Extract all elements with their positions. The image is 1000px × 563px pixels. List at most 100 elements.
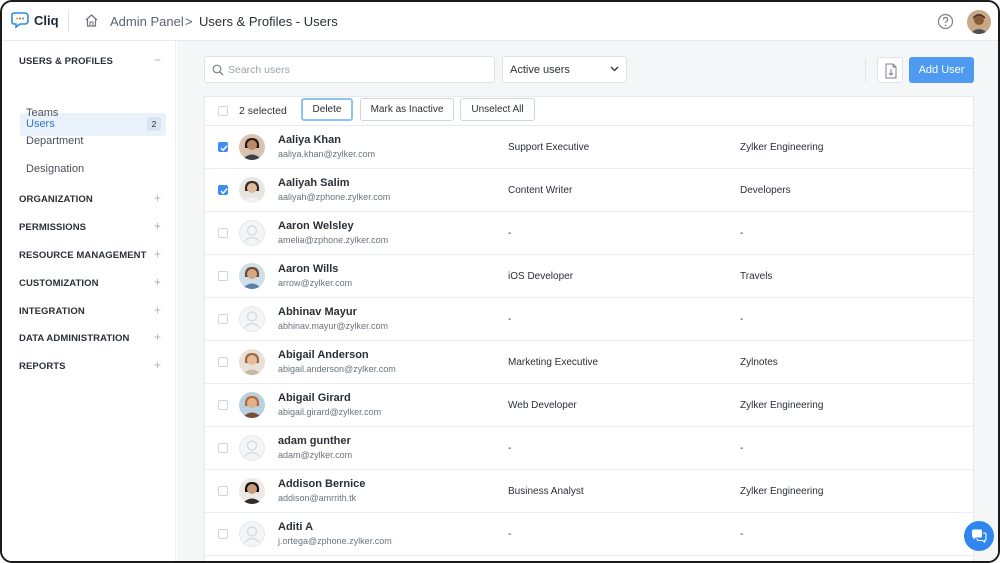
avatar bbox=[239, 263, 265, 289]
table-row[interactable]: adam gunther adam@zylker.com - - bbox=[205, 427, 973, 470]
expand-icon[interactable]: + bbox=[154, 191, 161, 205]
sidebar-section-resource-management[interactable]: RESOURCE MANAGEMENT bbox=[19, 250, 147, 261]
sidebar-section-integration[interactable]: INTEGRATION bbox=[19, 306, 85, 317]
avatar bbox=[239, 521, 265, 547]
cliq-logo[interactable]: Cliq bbox=[11, 10, 59, 30]
selected-count: 2 selected bbox=[239, 105, 287, 117]
mark-inactive-button[interactable]: Mark as Inactive bbox=[360, 98, 454, 121]
user-department: Zylker Engineering bbox=[740, 142, 824, 153]
table-row[interactable]: Aditi A j.ortega@zphone.zylker.com - - bbox=[205, 513, 973, 556]
selection-toolbar: 2 selected Delete Mark as Inactive Unsel… bbox=[205, 97, 973, 126]
sidebar-section-users-profiles[interactable]: USERS & PROFILES bbox=[19, 56, 113, 67]
sidebar-section-customization[interactable]: CUSTOMIZATION bbox=[19, 278, 99, 289]
breadcrumb-separator: > bbox=[185, 14, 193, 29]
delete-button[interactable]: Delete bbox=[301, 98, 353, 121]
user-email: amelia@zphone.zylker.com bbox=[278, 235, 389, 245]
user-designation: Content Writer bbox=[508, 185, 573, 196]
expand-icon[interactable]: + bbox=[154, 219, 161, 233]
home-icon[interactable] bbox=[84, 13, 99, 28]
cliq-logo-icon bbox=[11, 12, 29, 29]
user-designation: - bbox=[508, 529, 512, 540]
search-icon bbox=[212, 64, 224, 76]
expand-icon[interactable]: + bbox=[154, 303, 161, 317]
table-row[interactable]: Abhinav Mayur abhinav.mayur@zylker.com - - bbox=[205, 298, 973, 341]
user-name[interactable]: Aaron Welsley bbox=[278, 220, 354, 232]
user-designation: - bbox=[508, 314, 512, 325]
table-row[interactable]: Abigail Anderson abigail.anderson@zylker.… bbox=[205, 341, 973, 384]
chat-button[interactable] bbox=[964, 521, 994, 551]
user-name[interactable]: Abigail Girard bbox=[278, 392, 351, 404]
table-row[interactable]: Aaron Wills arrow@zylker.com iOS Developer… bbox=[205, 255, 973, 298]
avatar bbox=[239, 177, 265, 203]
user-email: abigail.anderson@zylker.com bbox=[278, 364, 396, 374]
user-department: Zylker Engineering bbox=[740, 400, 824, 411]
sidebar-section-reports[interactable]: REPORTS bbox=[19, 361, 66, 372]
row-checkbox[interactable] bbox=[218, 228, 228, 238]
user-name[interactable]: Aaliya Khan bbox=[278, 134, 341, 146]
app-window: Cliq Admin Panel > Users & Profiles - Us… bbox=[0, 0, 1000, 563]
user-email: aaliya.khan@zylker.com bbox=[278, 149, 376, 159]
user-designation: iOS Developer bbox=[508, 271, 574, 282]
profile-avatar[interactable] bbox=[967, 10, 991, 34]
unselect-all-button[interactable]: Unselect All bbox=[460, 98, 535, 121]
add-user-button[interactable]: Add User bbox=[909, 57, 974, 83]
user-email: abigail.girard@zylker.com bbox=[278, 407, 382, 417]
row-checkbox[interactable] bbox=[218, 486, 228, 496]
sidebar-section-data-administration[interactable]: DATA ADMINISTRATION bbox=[19, 333, 129, 344]
user-email: addison@amrrith.tk bbox=[278, 493, 357, 503]
expand-icon[interactable]: + bbox=[154, 358, 161, 372]
table-row[interactable]: Addison Bernice addison@amrrith.tk Busines… bbox=[205, 470, 973, 513]
row-checkbox[interactable] bbox=[218, 314, 228, 324]
user-department: Travels bbox=[740, 271, 773, 282]
expand-icon[interactable]: + bbox=[154, 275, 161, 289]
user-designation: Marketing Executive bbox=[508, 357, 599, 368]
user-designation: - bbox=[508, 228, 512, 239]
chevron-down-icon bbox=[610, 66, 619, 72]
user-name[interactable]: Addison Bernice bbox=[278, 478, 365, 490]
sidebar-section-organization[interactable]: ORGANIZATION bbox=[19, 194, 93, 205]
select-all-checkbox[interactable] bbox=[218, 106, 228, 116]
collapse-icon[interactable]: − bbox=[154, 53, 161, 67]
avatar bbox=[239, 435, 265, 461]
user-name[interactable]: Abhinav Mayur bbox=[278, 306, 357, 318]
sidebar-section-permissions[interactable]: PERMISSIONS bbox=[19, 222, 86, 233]
table-row[interactable]: Aaron Welsley amelia@zphone.zylker.com - - bbox=[205, 212, 973, 255]
user-name[interactable]: Aaliyah Salim bbox=[278, 177, 350, 189]
user-name[interactable]: Aaron Wills bbox=[278, 263, 338, 275]
user-department: - bbox=[740, 529, 744, 540]
avatar bbox=[239, 134, 265, 160]
avatar bbox=[239, 349, 265, 375]
sidebar-item-teams[interactable]: Teams bbox=[26, 107, 58, 119]
avatar bbox=[239, 392, 265, 418]
row-checkbox[interactable] bbox=[218, 357, 228, 367]
user-name[interactable]: Aditi A bbox=[278, 521, 313, 533]
row-checkbox[interactable] bbox=[218, 142, 228, 152]
user-designation: Support Executive bbox=[508, 142, 590, 153]
table-row[interactable]: Aaliyah Salim aaliyah@zphone.zylker.com Co… bbox=[205, 169, 973, 212]
expand-icon[interactable]: + bbox=[154, 330, 161, 344]
export-button[interactable] bbox=[877, 57, 903, 83]
main-content: Active users Add User 2 selected Delete … bbox=[177, 41, 998, 561]
sidebar-item-designation[interactable]: Designation bbox=[26, 163, 84, 175]
row-checkbox[interactable] bbox=[218, 271, 228, 281]
row-checkbox[interactable] bbox=[218, 185, 228, 195]
row-checkbox[interactable] bbox=[218, 443, 228, 453]
search-input[interactable] bbox=[228, 57, 488, 82]
help-icon[interactable] bbox=[937, 13, 954, 30]
users-table: 2 selected Delete Mark as Inactive Unsel… bbox=[204, 96, 974, 561]
user-department: - bbox=[740, 314, 744, 325]
sidebar-item-label: Users bbox=[26, 118, 55, 130]
row-checkbox[interactable] bbox=[218, 400, 228, 410]
table-row[interactable]: Aaliya Khan aaliya.khan@zylker.com Support… bbox=[205, 126, 973, 169]
row-checkbox[interactable] bbox=[218, 529, 228, 539]
user-department: Developers bbox=[740, 185, 791, 196]
sidebar-item-department[interactable]: Department bbox=[26, 135, 83, 147]
user-name[interactable]: adam gunther bbox=[278, 435, 351, 447]
expand-icon[interactable]: + bbox=[154, 247, 161, 261]
table-row[interactable]: Abigail Girard abigail.girard@zylker.com W… bbox=[205, 384, 973, 427]
user-email: aaliyah@zphone.zylker.com bbox=[278, 192, 391, 202]
user-department: - bbox=[740, 228, 744, 239]
breadcrumb-admin-panel[interactable]: Admin Panel bbox=[110, 14, 184, 29]
status-filter-dropdown[interactable]: Active users bbox=[502, 56, 627, 83]
user-name[interactable]: Abigail Anderson bbox=[278, 349, 369, 361]
